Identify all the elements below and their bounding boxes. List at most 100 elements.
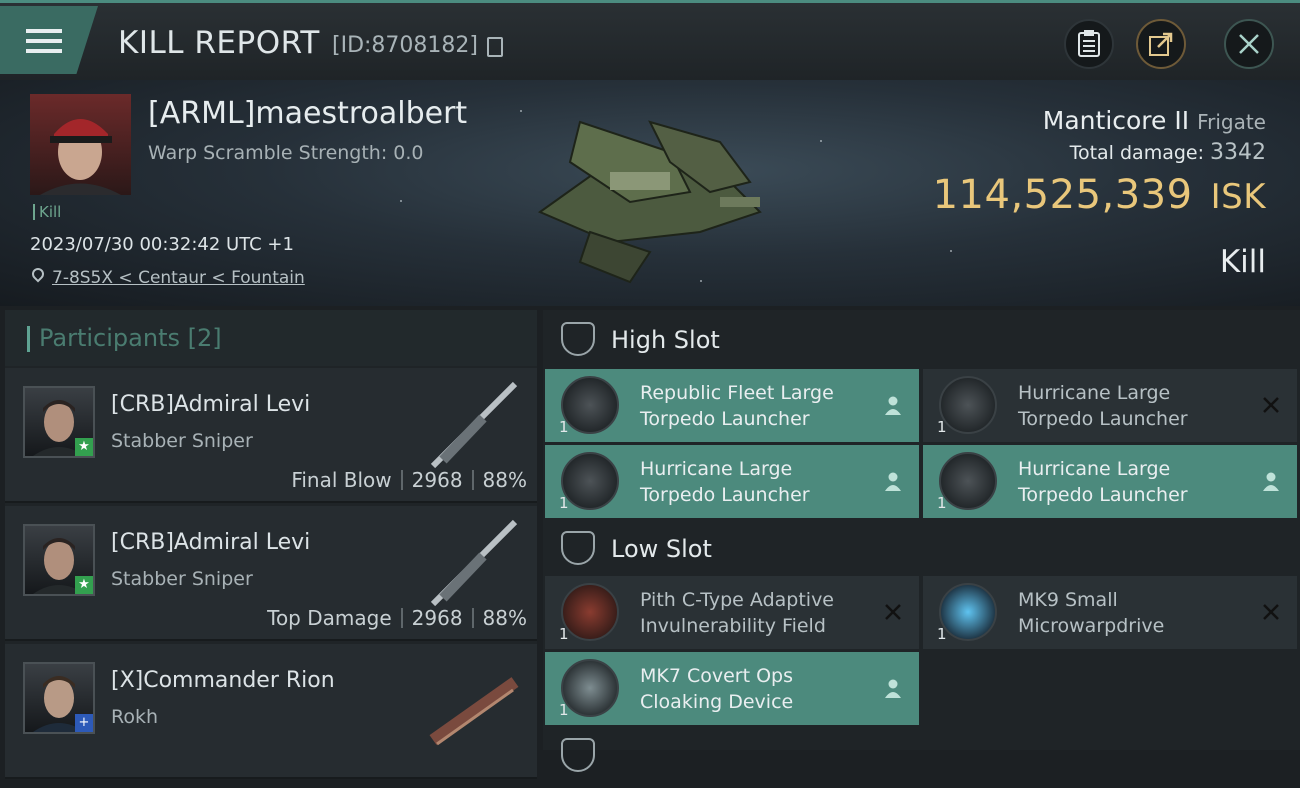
victim-name[interactable]: [ARML]maestroalbert <box>148 96 467 131</box>
close-icon <box>1239 34 1259 54</box>
total-damage-value: 3342 <box>1210 140 1266 165</box>
participant-percent: 88% <box>482 468 527 492</box>
participant-row[interactable]: ★ [CRB]Admiral Levi Stabber Sniper Final… <box>5 368 537 503</box>
ship-name: Manticore II Frigate <box>1043 106 1266 135</box>
module-item[interactable]: 1 Hurricane Large Torpedo Launcher <box>923 445 1297 518</box>
location-link[interactable]: 7-8S5X < Centaur < Fountain <box>52 268 305 288</box>
module-name-line: Microwarpdrive <box>1018 615 1165 637</box>
low-slot-icon <box>561 531 595 565</box>
header-accent <box>27 326 30 352</box>
module-qty: 1 <box>937 418 947 436</box>
victim-summary: [ARML]maestroalbert Warp Scramble Streng… <box>0 80 1300 306</box>
destroyed-icon <box>1263 397 1279 413</box>
menu-icon-bar <box>26 39 62 43</box>
module-item[interactable]: 1 Republic Fleet Large Torpedo Launcher <box>545 369 919 442</box>
module-qty: 1 <box>559 701 569 719</box>
dropped-icon <box>1263 472 1279 491</box>
participant-name: [CRB]Admiral Levi <box>111 530 311 555</box>
participants-header: Participants [2] <box>5 310 537 366</box>
module-name-line: Invulnerability Field <box>640 615 826 637</box>
mid-slot-header <box>543 730 1300 788</box>
kill-result: Kill <box>1219 244 1266 280</box>
high-slot-header: High Slot <box>543 310 1300 368</box>
high-slot-label: High Slot <box>611 326 720 354</box>
top-bar: KILL REPORT [ID:8708182] <box>0 0 1300 80</box>
module-name: MK9 Small Microwarpdrive <box>1018 587 1258 639</box>
weapon-icon <box>430 519 518 607</box>
participant-percent: 88% <box>482 606 527 630</box>
plus-icon: + <box>75 714 93 732</box>
module-name: Hurricane Large Torpedo Launcher <box>1018 380 1258 432</box>
participant-stats: Top Damage 2968 88% <box>267 606 527 630</box>
torpedo-launcher-icon <box>939 376 997 434</box>
participant-damage: 2968 <box>411 606 463 630</box>
module-name: MK7 Covert Ops Cloaking Device <box>640 663 880 715</box>
high-slot-icon <box>561 322 595 356</box>
module-item[interactable]: 1 MK9 Small Microwarpdrive <box>923 576 1297 649</box>
participant-ship: Rokh <box>111 706 159 728</box>
total-damage-label: Total damage: <box>1069 142 1204 164</box>
shield-icon <box>561 583 619 641</box>
victim-avatar[interactable] <box>30 94 131 195</box>
menu-icon <box>26 29 62 33</box>
microwarpdrive-icon <box>939 583 997 641</box>
module-item[interactable]: 1 MK7 Covert Ops Cloaking Device <box>545 652 919 725</box>
module-name: Hurricane Large Torpedo Launcher <box>640 456 880 508</box>
module-name-line: Pith C-Type Adaptive <box>640 589 834 611</box>
module-name: Pith C-Type Adaptive Invulnerability Fiel… <box>640 587 880 639</box>
ship-image <box>537 120 762 284</box>
participant-row[interactable]: ★ [CRB]Admiral Levi Stabber Sniper Top D… <box>5 506 537 641</box>
share-button[interactable] <box>1136 19 1186 69</box>
report-id: [ID:8708182] <box>332 33 478 58</box>
module-name-line: Hurricane Large <box>1018 382 1171 404</box>
participant-avatar: + <box>23 662 95 734</box>
module-name-line: Republic Fleet Large <box>640 382 834 404</box>
module-qty: 1 <box>559 625 569 643</box>
dropped-icon <box>885 679 901 698</box>
share-icon <box>1149 32 1173 56</box>
copy-icon[interactable] <box>487 37 503 57</box>
cloaking-device-icon <box>561 659 619 717</box>
module-item[interactable]: 1 Hurricane Large Torpedo Launcher <box>923 369 1297 442</box>
mid-slot-icon <box>561 738 595 772</box>
participant-name: [X]Commander Rion <box>111 668 335 693</box>
clipboard-button[interactable] <box>1064 19 1114 69</box>
participant-avatar: ★ <box>23 524 95 596</box>
participants-panel: Participants [2] ★ [CRB]Admiral Levi Sta… <box>5 310 537 779</box>
low-slot-header: Low Slot <box>543 519 1300 577</box>
star-icon: ★ <box>75 576 93 594</box>
participant-avatar: ★ <box>23 386 95 458</box>
module-name-line: Torpedo Launcher <box>1018 484 1188 506</box>
module-name-line: MK7 Covert Ops <box>640 665 794 687</box>
total-damage: Total damage: 3342 <box>1070 140 1266 165</box>
module-name-line: Hurricane Large <box>640 458 793 480</box>
fitting-panel: High Slot 1 Republic Fleet Large Torpedo … <box>543 310 1300 772</box>
torpedo-launcher-icon <box>939 452 997 510</box>
low-slot-label: Low Slot <box>611 535 712 563</box>
participant-role: Final Blow <box>291 468 392 492</box>
participant-name: [CRB]Admiral Levi <box>111 392 311 417</box>
module-item[interactable]: 1 Pith C-Type Adaptive Invulnerability Fi… <box>545 576 919 649</box>
kill-timestamp: 2023/07/30 00:32:42 UTC +1 <box>30 234 294 255</box>
module-name-line: Hurricane Large <box>1018 458 1171 480</box>
close-button[interactable] <box>1224 19 1274 69</box>
module-name-line: Cloaking Device <box>640 691 794 713</box>
destroyed-icon <box>885 604 901 620</box>
torpedo-launcher-icon <box>561 376 619 434</box>
location-pin-icon <box>29 265 47 283</box>
participant-row[interactable]: + [X]Commander Rion Rokh <box>5 644 537 779</box>
participant-stats: Final Blow 2968 88% <box>291 468 527 492</box>
destroyed-icon <box>1263 604 1279 620</box>
module-item[interactable]: 1 Hurricane Large Torpedo Launcher <box>545 445 919 518</box>
participant-ship: Stabber Sniper <box>111 568 253 590</box>
star-icon: ★ <box>75 438 93 456</box>
isk-value: 114,525,339 ISK <box>933 172 1266 218</box>
module-qty: 1 <box>937 625 947 643</box>
module-name-line: Torpedo Launcher <box>1018 408 1188 430</box>
module-qty: 1 <box>559 418 569 436</box>
menu-button[interactable] <box>0 6 98 74</box>
participant-role: Top Damage <box>267 606 392 630</box>
ship-type: Manticore II <box>1042 106 1190 135</box>
clipboard-icon <box>1078 30 1100 57</box>
warp-scramble-strength: Warp Scramble Strength: 0.0 <box>148 142 424 164</box>
